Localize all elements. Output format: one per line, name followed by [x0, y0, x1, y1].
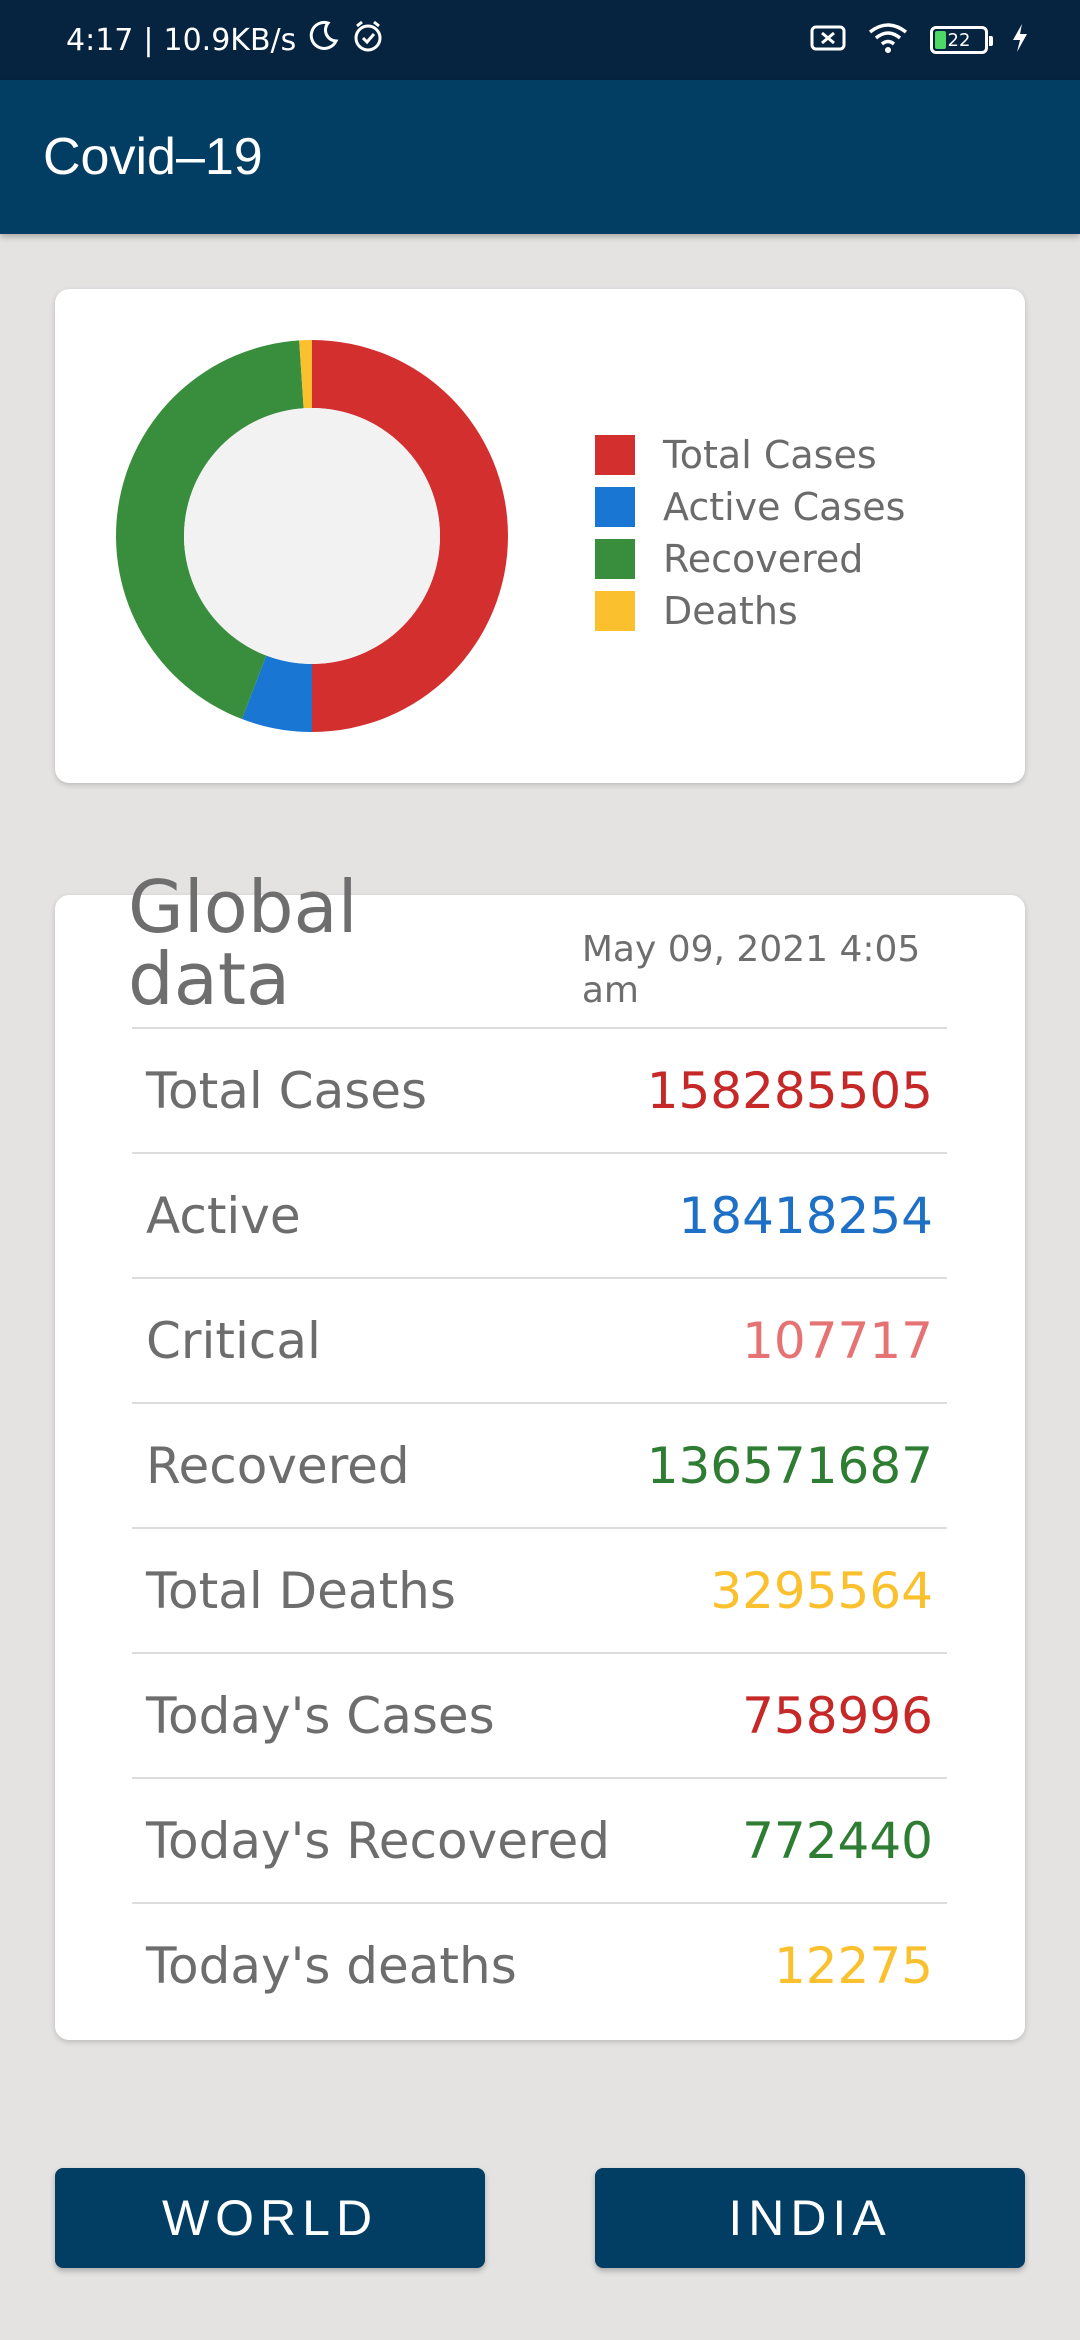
stat-row: Today's Recovered 772440: [132, 1777, 947, 1902]
stat-label: Total Cases: [146, 1061, 428, 1120]
status-time: 4:17: [66, 22, 134, 58]
legend-label: Deaths: [663, 589, 798, 633]
legend-swatch: [595, 591, 635, 631]
moon-icon: [306, 19, 340, 61]
stat-value: 158285505: [646, 1061, 933, 1120]
stat-value: 3295564: [710, 1561, 933, 1620]
status-left: 4:17 | 10.9KB/s: [66, 0, 386, 80]
legend-swatch: [595, 539, 635, 579]
stat-label: Recovered: [146, 1436, 410, 1495]
legend-label: Recovered: [663, 537, 864, 581]
stat-row: Recovered 136571687: [132, 1402, 947, 1527]
india-button[interactable]: INDIA: [595, 2168, 1025, 2268]
app-bar: Covid–19: [0, 80, 1080, 234]
stat-label: Critical: [146, 1311, 321, 1370]
app-title: Covid–19: [43, 128, 263, 186]
chart-card: Total Cases Active Cases Recovered Deaths: [55, 289, 1025, 783]
status-right: 22: [810, 0, 1030, 80]
legend-swatch: [595, 487, 635, 527]
world-button[interactable]: WORLD: [55, 2168, 485, 2268]
global-date: May 09, 2021 4:05 am: [581, 929, 921, 1011]
stat-label: Active: [146, 1186, 301, 1245]
stat-value: 18418254: [678, 1186, 934, 1245]
stat-row: Total Deaths 3295564: [132, 1527, 947, 1652]
legend-swatch: [595, 435, 635, 475]
battery-level: 22: [947, 29, 971, 51]
legend-item: Total Cases: [595, 429, 905, 481]
stat-row: Today's Cases 758996: [132, 1652, 947, 1777]
stat-row: Total Cases 158285505: [132, 1027, 947, 1152]
global-data-card: Global data May 09, 2021 4:05 am Total C…: [55, 871, 1025, 2040]
stat-label: Today's deaths: [146, 1936, 517, 1995]
stat-value: 772440: [742, 1811, 933, 1870]
stat-value: 758996: [742, 1686, 933, 1745]
stat-row: Today's deaths 12275: [132, 1902, 947, 2027]
legend-label: Total Cases: [663, 433, 877, 477]
stat-row: Active 18418254: [132, 1152, 947, 1277]
charging-icon: [1010, 22, 1030, 58]
wifi-icon: [868, 22, 908, 58]
alarm-icon: [350, 18, 386, 62]
donut-hole: [184, 408, 440, 664]
stat-label: Today's Recovered: [146, 1811, 610, 1870]
chart-legend: Total Cases Active Cases Recovered Deaths: [595, 429, 905, 637]
stat-value: 107717: [742, 1311, 933, 1370]
legend-item: Recovered: [595, 533, 905, 585]
donut-chart: [115, 340, 508, 732]
status-bar: 4:17 | 10.9KB/s 22: [0, 0, 1080, 80]
battery-icon: 22: [930, 26, 993, 54]
stat-label: Today's Cases: [146, 1686, 495, 1745]
global-title: Global data: [128, 865, 358, 1021]
global-stats-list: Total Cases 158285505 Active 18418254 Critic…: [132, 1027, 947, 2027]
stat-value: 12275: [773, 1936, 933, 1995]
stat-label: Total Deaths: [146, 1561, 456, 1620]
global-header: Global data May 09, 2021 4:05 am: [128, 871, 988, 1015]
status-network-speed: 10.9KB/s: [163, 22, 297, 58]
stat-row: Critical 107717: [132, 1277, 947, 1402]
stat-value: 136571687: [646, 1436, 933, 1495]
legend-item: Deaths: [595, 585, 905, 637]
status-divider: |: [143, 22, 154, 58]
no-sim-icon: [810, 23, 846, 57]
legend-label: Active Cases: [663, 485, 906, 529]
legend-item: Active Cases: [595, 481, 905, 533]
